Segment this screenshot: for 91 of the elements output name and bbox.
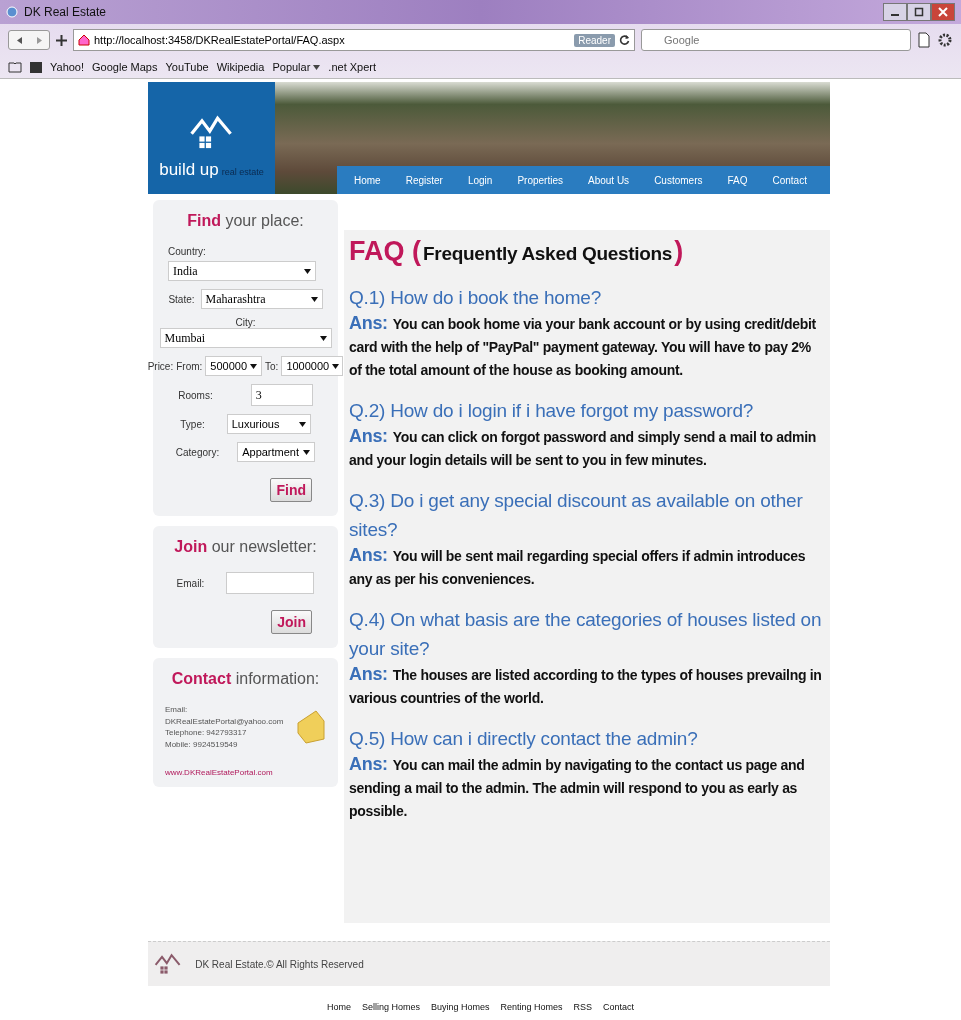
caret-icon — [332, 362, 340, 370]
caret-icon — [319, 334, 327, 342]
search-field[interactable]: Google — [641, 29, 911, 51]
faq-answer: Ans: You can click on forgot password and simply send a mail to admin and your login details will be sent to you in few minutes. — [349, 425, 817, 470]
footer-link[interactable]: Buying Homes — [430, 1002, 490, 1012]
house-logo-icon — [154, 952, 182, 976]
browser-icon — [6, 6, 18, 18]
footer-link[interactable]: RSS — [573, 1002, 593, 1012]
type-select[interactable]: Luxurious — [226, 414, 311, 434]
city-select[interactable]: Mumbai — [159, 328, 332, 348]
field-label: To: — [265, 360, 279, 372]
grid-icon[interactable] — [30, 61, 42, 73]
forward-icon — [35, 36, 43, 44]
book-icon[interactable] — [8, 61, 22, 73]
reload-icon[interactable] — [619, 34, 630, 46]
logo-text: build up — [159, 160, 219, 180]
close-button[interactable] — [931, 3, 955, 21]
bookmark-link[interactable]: Wikipedia — [216, 61, 265, 73]
nav-link[interactable]: Login — [458, 174, 502, 186]
price-to-select[interactable]: 1000000 — [281, 356, 344, 376]
bookmark-link[interactable]: .net Xpert — [328, 61, 377, 73]
faq-title: FAQ (Frequently Asked Questions) — [349, 236, 685, 267]
footer-link[interactable]: Selling Homes — [361, 1002, 420, 1012]
field-label: Category: — [175, 446, 220, 458]
website-link[interactable]: www.DKRealEstatePortal.com — [165, 768, 273, 778]
add-icon[interactable] — [56, 34, 67, 46]
field-label: State: — [168, 293, 195, 305]
faq-answer: Ans: The houses are listed according to the types of houses prevailng in various countries of the world. — [349, 663, 823, 708]
field-label: Country: — [168, 246, 206, 257]
footer-link[interactable]: Home — [326, 1002, 351, 1012]
caret-icon — [313, 63, 321, 71]
nav-link[interactable]: About Us — [579, 174, 639, 186]
copyright-text: DK Real Estate.© All Rights Reserved — [195, 958, 364, 970]
footer-link[interactable]: Renting Homes — [500, 1002, 563, 1012]
faq-question: Q.5) How can i directly contact the admin? — [349, 727, 699, 751]
caret-icon — [250, 362, 258, 370]
bookmark-link[interactable]: Yahoo! — [50, 61, 85, 73]
field-label: Price: — [147, 360, 174, 372]
nav-link[interactable]: Register — [396, 174, 452, 186]
panel-heading: Find your place: — [187, 212, 304, 230]
field-label: Rooms: — [178, 389, 213, 401]
maximize-icon — [914, 7, 924, 17]
nav-link[interactable]: Properties — [508, 174, 572, 186]
contact-text: Telephone: 942793317 — [165, 727, 248, 739]
faq-question: Q.4) On what basis are the categories of houses listed on your site? — [349, 608, 823, 661]
faq-answer: Ans: You can mail the admin by navigating to the contact us page and sending a mail to the admin. The admin will respond to you as early as possible. — [349, 753, 806, 821]
country-select[interactable]: India — [168, 261, 316, 281]
nav-link[interactable]: Customers — [645, 174, 712, 186]
field-label: Email: — [176, 577, 205, 589]
url-text: http://localhost:3458/DKRealEstatePortal/FAQ.aspx — [94, 34, 345, 46]
state-select[interactable]: Maharashtra — [200, 289, 323, 309]
rooms-input[interactable]: 3 — [250, 384, 313, 406]
bookmark-link[interactable]: YouTube — [165, 61, 209, 73]
bookmark-link[interactable]: Google Maps — [92, 61, 158, 73]
faq-answer: Ans: You will be sent mail regarding special offers if admin introduces any as per his conveniences. — [349, 544, 807, 589]
footer-link[interactable]: Contact — [603, 1002, 635, 1012]
price-from-select[interactable]: 500000 — [205, 356, 263, 376]
caret-icon — [304, 267, 311, 275]
back-icon — [15, 36, 23, 44]
category-select[interactable]: Appartment — [237, 442, 316, 462]
caret-icon — [310, 295, 318, 303]
find-button[interactable]: Find — [270, 478, 312, 502]
faq-question: Q.1) How do i book the home? — [349, 286, 603, 310]
contact-text: DKRealEstatePortal@yahoo.com — [165, 715, 284, 728]
caret-icon — [303, 448, 311, 456]
panel-heading: Contact information: — [171, 670, 320, 688]
field-label: City: — [235, 317, 256, 328]
field-label: From: — [176, 360, 203, 372]
page-icon[interactable] — [917, 32, 931, 48]
window-title: DK Real Estate — [24, 5, 107, 19]
nav-link[interactable]: Home — [345, 174, 390, 186]
field-label: Type: — [180, 418, 205, 430]
maximize-button[interactable] — [907, 3, 931, 21]
minimize-button[interactable] — [883, 3, 907, 21]
bookmark-menu[interactable]: Popular — [272, 61, 321, 73]
faq-question: Q.3) Do i get any special discount as available on other sites? — [349, 489, 804, 542]
nav-link[interactable]: Contact — [763, 174, 816, 186]
logo-subtext: real estate — [221, 167, 264, 177]
close-icon — [938, 7, 948, 17]
faq-answer: Ans: You can book home via your bank account or by using credit/debit card with the help of "PayPal" payment gateway. You will have to pay 2% of the total amount of the house as booking amount. — [349, 312, 817, 380]
panel-heading: Join our newsletter: — [174, 538, 317, 556]
faq-question: Q.2) How do i login if i have forgot my password? — [349, 399, 755, 423]
contact-text: Mobile: 9924519549 — [165, 738, 239, 751]
join-button[interactable]: Join — [271, 610, 312, 634]
home-icon — [78, 34, 90, 46]
contact-text: Email: — [165, 704, 189, 716]
address-bar[interactable]: http://localhost:3458/DKRealEstatePortal/FAQ.aspx Reader — [73, 29, 635, 51]
nav-link[interactable]: FAQ — [718, 174, 757, 186]
minimize-icon — [891, 14, 899, 16]
caret-icon — [298, 420, 306, 428]
email-input[interactable] — [226, 572, 315, 594]
